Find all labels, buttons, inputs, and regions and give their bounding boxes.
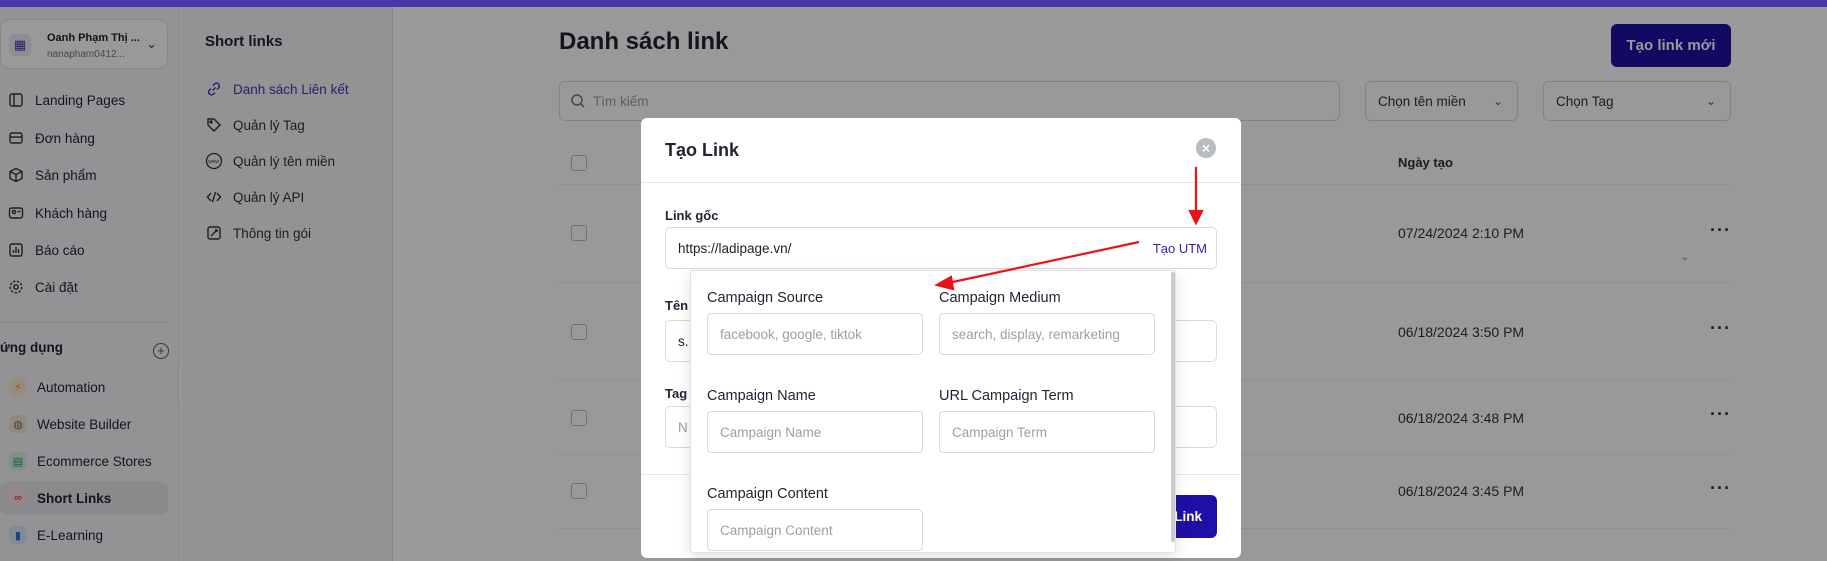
annotation-arrowhead [1188,209,1204,226]
annotation-arrows [934,167,1204,291]
annotation-arrow-diagonal [947,240,1140,285]
annotation-arrowhead [934,275,955,291]
